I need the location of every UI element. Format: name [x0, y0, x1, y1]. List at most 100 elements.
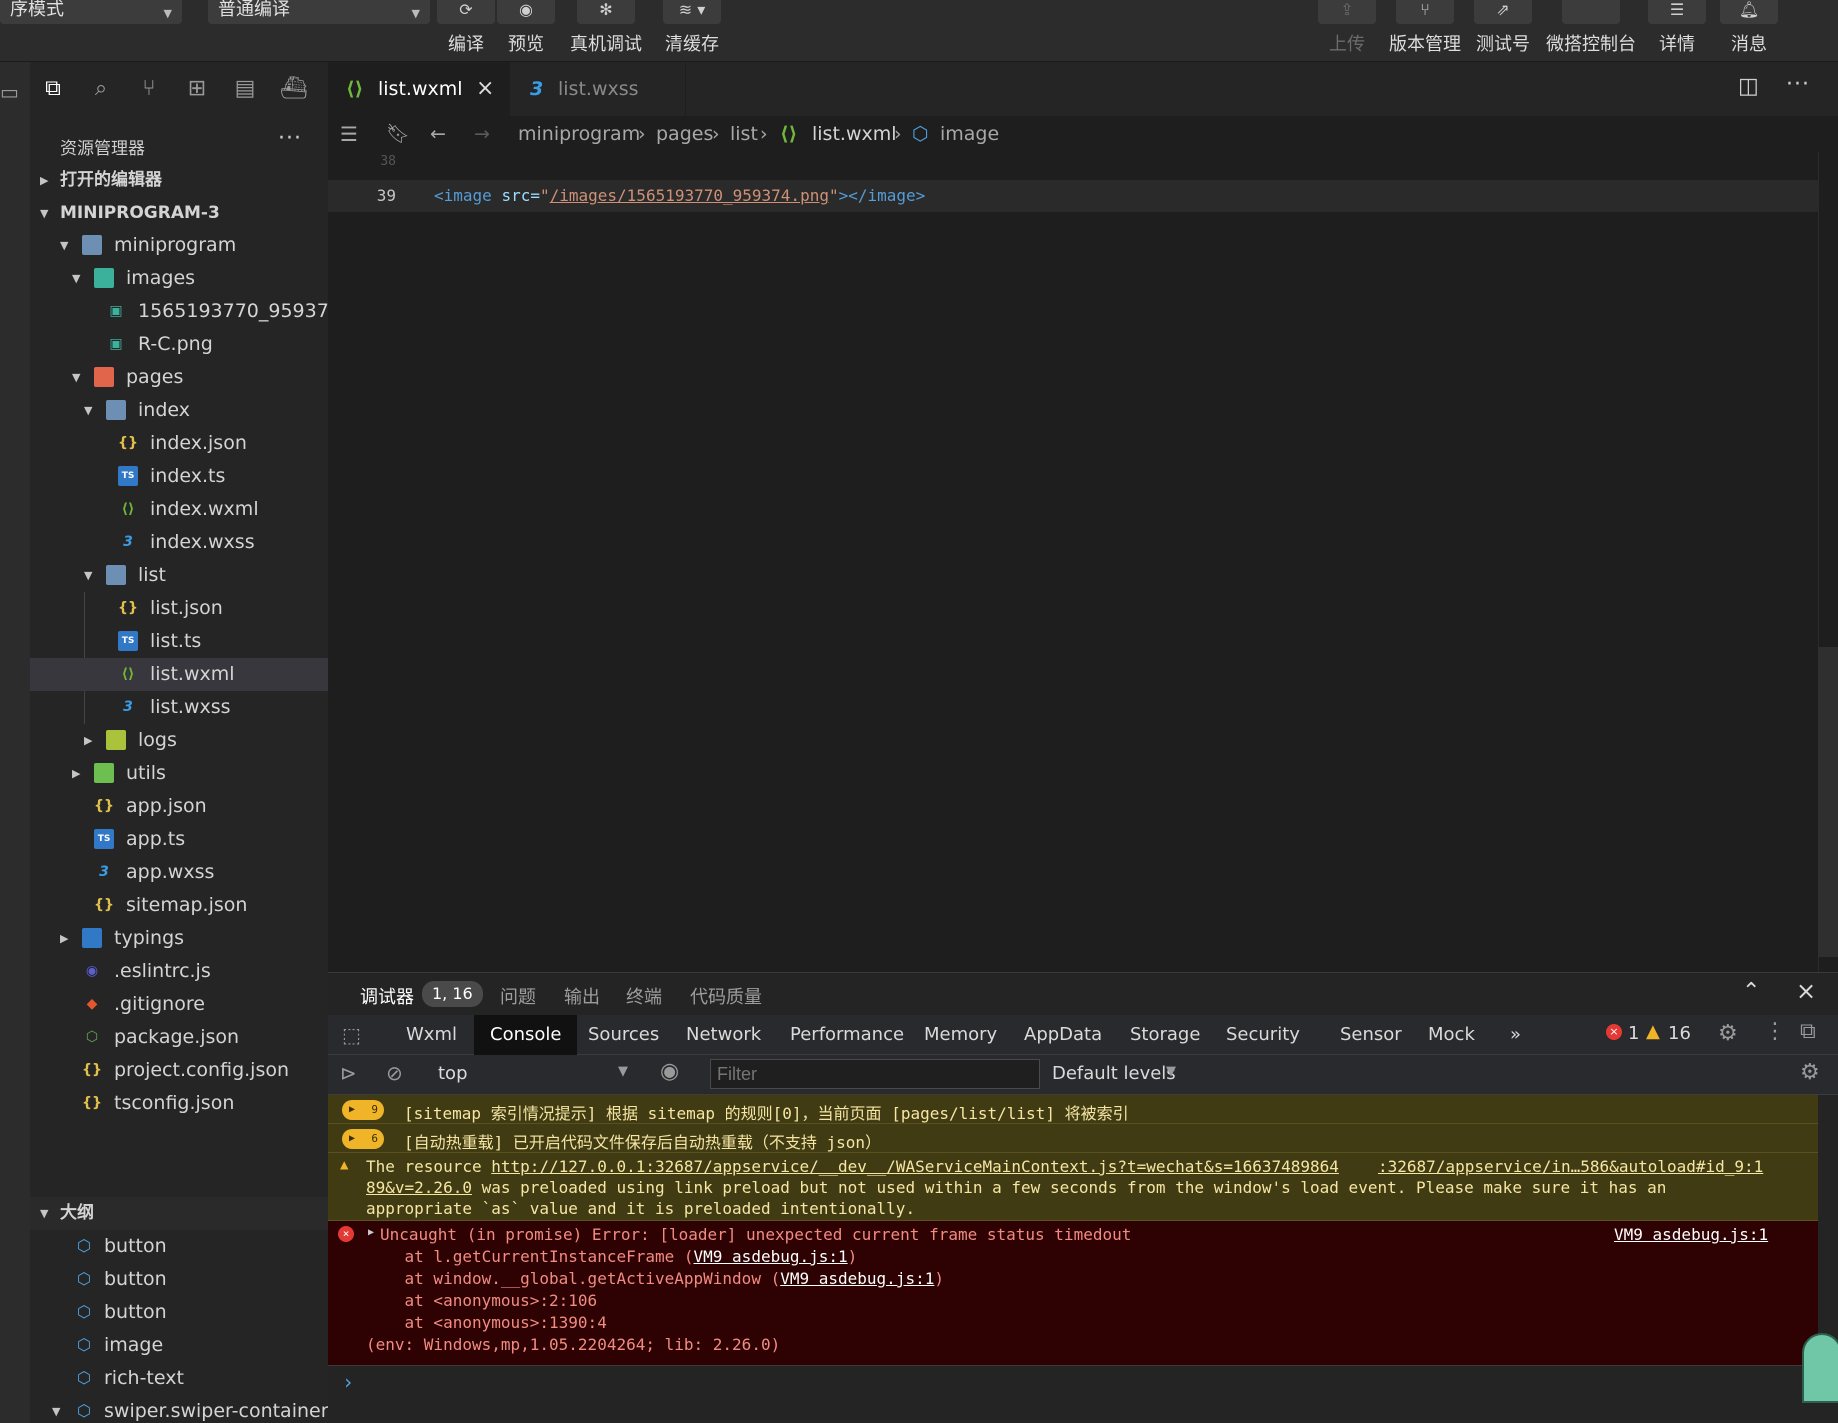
- breadcrumb-item[interactable]: list: [730, 120, 758, 148]
- tree-file-app-json[interactable]: {} app.json: [30, 790, 328, 823]
- tree-file-list-wxml[interactable]: ⟨⟩ list.wxml: [30, 658, 328, 691]
- breadcrumb-item[interactable]: pages: [656, 120, 713, 148]
- tab-storage[interactable]: Storage: [1114, 1015, 1216, 1055]
- tab-sources[interactable]: Sources: [572, 1015, 675, 1055]
- tab-appdata[interactable]: AppData: [1008, 1015, 1118, 1055]
- preview-button[interactable]: ◉ 预览: [496, 0, 556, 56]
- version-manage-button[interactable]: ⑂ 版本管理: [1384, 0, 1466, 56]
- kebab-menu-icon[interactable]: ⋮: [1764, 1019, 1786, 1044]
- tab-terminal[interactable]: 终端: [626, 983, 662, 1009]
- tab-performance[interactable]: Performance: [774, 1015, 920, 1055]
- code-editor[interactable]: 38 39 <image src="/images/1565193770_959…: [328, 152, 1838, 972]
- outline-item[interactable]: ⬡ button: [30, 1263, 328, 1296]
- messages-button[interactable]: 🔔︎ 消息: [1718, 0, 1780, 56]
- tree-folder-logs[interactable]: ▶ logs: [30, 724, 328, 757]
- mode-select[interactable]: 序模式 ▼: [0, 0, 182, 24]
- open-editors-section[interactable]: ▶ 打开的编辑器: [30, 164, 328, 197]
- files-icon[interactable]: ⧉: [40, 76, 66, 102]
- outline-item[interactable]: ▼ ⬡ swiper.swiper-container: [30, 1395, 328, 1423]
- cloud-console-button[interactable]: 微搭控制台: [1540, 0, 1642, 56]
- tree-file-sitemap-json[interactable]: {} sitemap.json: [30, 889, 328, 922]
- compile-select[interactable]: 普通编译 ▼: [208, 0, 430, 24]
- expand-arrow-icon[interactable]: ▶: [368, 1227, 374, 1238]
- tree-file-index-wxss[interactable]: 3 index.wxss: [30, 526, 328, 559]
- tab-code-quality[interactable]: 代码质量: [690, 983, 762, 1009]
- tree-file-index-ts[interactable]: TS index.ts: [30, 460, 328, 493]
- tree-file-eslintrc[interactable]: ◉ .eslintrc.js: [30, 955, 328, 988]
- tree-folder-pages[interactable]: ▼ pages: [30, 361, 328, 394]
- filter-input[interactable]: [710, 1059, 1040, 1089]
- debug-panel-icon[interactable]: ▤: [232, 76, 258, 102]
- tree-file-list-wxss[interactable]: 3 list.wxss: [30, 691, 328, 724]
- outline-item[interactable]: ⬡ rich-text: [30, 1362, 328, 1395]
- tree-file-list-json[interactable]: {} list.json: [30, 592, 328, 625]
- scrollbar-thumb[interactable]: [1818, 647, 1838, 957]
- inspect-element-icon[interactable]: ⬚: [342, 1023, 361, 1047]
- search-icon[interactable]: ⌕: [88, 76, 114, 102]
- tree-file-package-json[interactable]: ⬡ package.json: [30, 1021, 328, 1054]
- tree-folder-index[interactable]: ▼ index: [30, 394, 328, 427]
- more-tabs-icon[interactable]: »: [1494, 1015, 1537, 1055]
- outline-item[interactable]: ⬡ image: [30, 1329, 328, 1362]
- tree-file-app-ts[interactable]: TS app.ts: [30, 823, 328, 856]
- chevron-up-icon[interactable]: ⌃: [1742, 979, 1760, 1004]
- bookmark-icon[interactable]: 🔖︎: [386, 120, 410, 148]
- tree-folder-images[interactable]: ▼ images: [30, 262, 328, 295]
- tab-network[interactable]: Network: [670, 1015, 777, 1055]
- source-link[interactable]: VM9 asdebug.js:1: [1614, 1225, 1768, 1244]
- tab-memory[interactable]: Memory: [908, 1015, 1013, 1055]
- stack-link[interactable]: VM9 asdebug.js:1: [694, 1247, 848, 1266]
- editor-scrollbar[interactable]: [1818, 152, 1838, 972]
- forward-arrow-icon[interactable]: →: [474, 120, 490, 148]
- tab-list-wxml[interactable]: ⟨⟩ list.wxml ×: [328, 62, 510, 116]
- tree-file-index-wxml[interactable]: ⟨⟩ index.wxml: [30, 493, 328, 526]
- gear-icon[interactable]: ⚙: [1718, 1021, 1738, 1046]
- back-arrow-icon[interactable]: ←: [430, 120, 446, 148]
- tab-wxml[interactable]: Wxml: [390, 1015, 473, 1055]
- context-select[interactable]: top: [438, 1063, 468, 1084]
- tree-file-app-wxss[interactable]: 3 app.wxss: [30, 856, 328, 889]
- tree-folder-miniprogram[interactable]: ▼ miniprogram: [30, 229, 328, 262]
- console-error[interactable]: × ▶ Uncaught (in promise) Error: [loader…: [328, 1221, 1818, 1365]
- console-prompt[interactable]: ›: [328, 1365, 1818, 1405]
- docker-icon[interactable]: ⛴: [280, 76, 308, 102]
- stack-link[interactable]: VM9 asdebug.js:1: [780, 1269, 934, 1288]
- tab-issues[interactable]: 问题: [500, 983, 536, 1009]
- extensions-icon[interactable]: ⊞: [184, 76, 210, 102]
- tab-debugger[interactable]: 调试器: [360, 983, 414, 1009]
- tree-file-tsconfig[interactable]: {} tsconfig.json: [30, 1087, 328, 1120]
- tree-file-gitignore[interactable]: ◆ .gitignore: [30, 988, 328, 1021]
- close-icon[interactable]: ×: [1796, 977, 1816, 1005]
- tab-list-wxss[interactable]: 3 list.wxss: [510, 62, 686, 116]
- split-editor-icon[interactable]: ◫: [1738, 74, 1759, 99]
- resource-link[interactable]: 89&v=2.26.0: [366, 1178, 472, 1197]
- close-icon[interactable]: ×: [476, 62, 494, 116]
- source-link[interactable]: :32687/appservice/in…586&autoload#id_9:1: [1378, 1157, 1763, 1176]
- collapsed-icon[interactable]: ▭: [0, 80, 19, 104]
- tab-console[interactable]: Console: [474, 1015, 578, 1055]
- tab-sensor[interactable]: Sensor: [1324, 1015, 1418, 1055]
- breadcrumb-item[interactable]: miniprogram: [518, 120, 640, 148]
- log-levels-select[interactable]: Default levels: [1052, 1063, 1176, 1084]
- tree-file-image1[interactable]: ▣ 1565193770_95937...: [30, 295, 328, 328]
- compile-button[interactable]: ⟳ 编译: [436, 0, 496, 56]
- outline-item[interactable]: ⬡ button: [30, 1230, 328, 1263]
- tree-folder-utils[interactable]: ▶ utils: [30, 757, 328, 790]
- gear-icon[interactable]: ⚙: [1800, 1060, 1820, 1085]
- breadcrumb-item[interactable]: image: [940, 120, 999, 148]
- real-device-debug-button[interactable]: ✻ 真机调试: [566, 0, 646, 56]
- outline-section[interactable]: ▼ 大纲: [30, 1197, 328, 1230]
- more-actions-icon[interactable]: ···: [1786, 72, 1810, 97]
- source-control-icon[interactable]: ⑂: [136, 76, 162, 102]
- console-message[interactable]: 6 [自动热重载] 已开启代码文件保存后自动热重载（不支持 json）: [328, 1124, 1818, 1153]
- tab-output[interactable]: 输出: [564, 983, 600, 1009]
- dock-icon[interactable]: ⧉: [1800, 1019, 1816, 1044]
- tree-folder-typings[interactable]: ▶ typings: [30, 922, 328, 955]
- sidebar-toggle-icon[interactable]: ⊳: [340, 1061, 357, 1085]
- tree-file-list-ts[interactable]: TS list.ts: [30, 625, 328, 658]
- project-section[interactable]: ▼ MINIPROGRAM-3: [30, 197, 328, 230]
- tree-folder-list[interactable]: ▼ list: [30, 559, 328, 592]
- resource-link[interactable]: http://127.0.0.1:32687/appservice/__dev_…: [491, 1157, 1339, 1176]
- tab-mock[interactable]: Mock: [1412, 1015, 1491, 1055]
- breadcrumb-item[interactable]: list.wxml: [812, 120, 897, 148]
